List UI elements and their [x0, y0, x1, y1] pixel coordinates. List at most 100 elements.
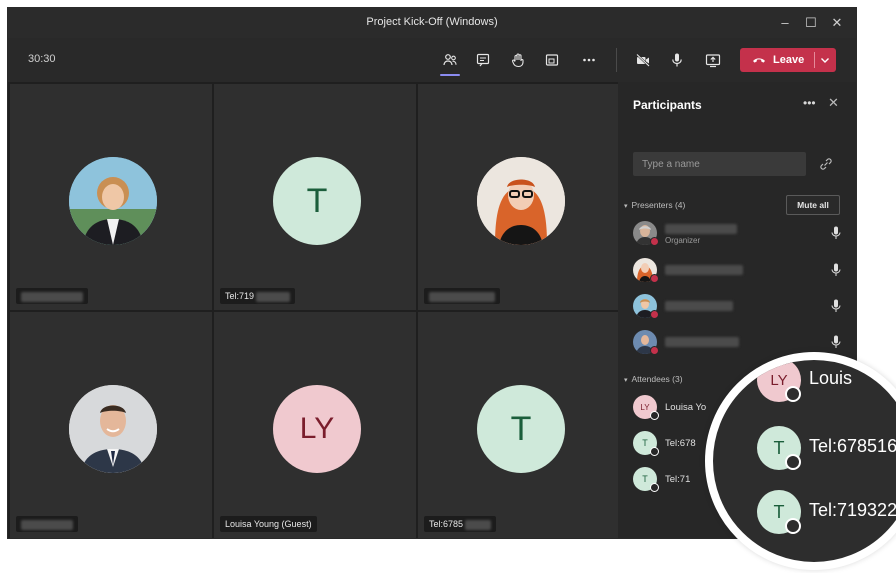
avatar-initials: T — [773, 501, 785, 522]
participant-caption: Tel:6785 — [429, 519, 464, 529]
chevron-down-icon[interactable] — [819, 53, 831, 67]
phone-hangup-icon — [753, 58, 765, 63]
participant-name: Tel:678 — [665, 438, 696, 449]
status-dot — [650, 346, 659, 355]
participants-title: Participants — [633, 98, 702, 112]
status-dot — [650, 483, 659, 492]
window-title: Project Kick-Off (Windows) — [366, 16, 498, 28]
avatar-initials: T — [510, 409, 532, 448]
mic-icon — [831, 263, 841, 276]
magnified-row: T Tel:678516 — [713, 424, 896, 474]
magnified-name: Louis — [809, 368, 853, 388]
mic-icon — [831, 299, 841, 312]
magnified-name: Tel:678516 — [809, 436, 896, 456]
raise-hand-icon — [512, 53, 524, 68]
show-chat-button[interactable] — [470, 48, 496, 72]
participant-caption: Louisa Young (Guest) — [225, 519, 312, 529]
avatar-initials: LY — [640, 402, 650, 412]
participant-name-plate: Tel:6785 — [424, 516, 497, 532]
chevron-down-icon: ▾ — [624, 377, 628, 384]
maximize-button[interactable]: ☐ — [800, 14, 822, 32]
more-actions-button[interactable] — [576, 48, 602, 72]
share-screen-button[interactable] — [700, 48, 726, 72]
raise-hand-button[interactable] — [505, 48, 531, 72]
participant-photo — [69, 157, 157, 245]
share-tray-icon — [545, 54, 559, 66]
magnified-name: Tel:719322 — [809, 500, 896, 520]
leave-divider — [814, 52, 815, 68]
camera-off-icon — [636, 53, 650, 67]
participant-name: Louisa Yo — [665, 402, 707, 413]
participant-name-plate: Louisa Young (Guest) — [220, 516, 317, 532]
redacted-name — [665, 265, 743, 276]
participant-row[interactable] — [633, 292, 843, 322]
attendees-section-header[interactable]: ▾ Attendees (3) — [624, 374, 683, 384]
participant-name — [665, 265, 743, 276]
more-icon — [583, 58, 595, 62]
participant-name — [665, 301, 733, 312]
active-indicator — [440, 74, 460, 76]
participant-tile[interactable]: T Tel:6785 — [418, 312, 620, 538]
participant-name-plate — [16, 288, 88, 304]
participant-tile[interactable] — [418, 84, 620, 310]
magnified-row: T Tel:719322 — [713, 488, 896, 538]
avatar-initials: T — [642, 474, 648, 484]
avatar-initials: LY — [770, 371, 788, 389]
close-panel-button[interactable]: ✕ — [828, 95, 839, 111]
participant-row[interactable]: Organizer — [633, 219, 843, 249]
show-participants-button[interactable] — [437, 48, 463, 76]
redacted-name — [665, 337, 739, 348]
camera-toggle-button[interactable] — [630, 48, 656, 72]
participant-initials-avatar: T — [477, 385, 565, 473]
status-dot — [650, 237, 659, 246]
minimize-button[interactable]: – — [774, 14, 796, 32]
participant-photo — [477, 157, 565, 245]
title-bar: Project Kick-Off (Windows) – ☐ ✕ — [8, 8, 856, 38]
avatar-initials: T — [306, 181, 328, 220]
attendees-label: Attendees (3) — [631, 374, 683, 384]
share-invite-icon[interactable] — [818, 156, 834, 172]
panel-more-button[interactable]: ••• — [803, 96, 816, 110]
leave-button[interactable]: Leave — [740, 48, 836, 72]
participant-tile[interactable] — [10, 84, 212, 310]
participant-role: Organizer — [665, 236, 701, 245]
presenters-section-header[interactable]: ▾ Presenters (4) — [624, 200, 685, 210]
redacted-name — [21, 519, 73, 530]
participant-row[interactable] — [633, 256, 843, 286]
mic-icon — [672, 53, 682, 67]
redacted-name — [21, 291, 83, 302]
meeting-toolbar: 30:30 Leave — [8, 38, 856, 82]
participant-name-plate: Tel:719 — [220, 288, 296, 304]
redacted-number — [256, 291, 291, 302]
mic-toggle-button[interactable] — [664, 48, 690, 72]
meeting-timer: 30:30 — [28, 53, 56, 65]
mic-icon — [831, 226, 841, 239]
participant-search-input[interactable] — [633, 152, 806, 176]
chevron-down-icon: ▾ — [624, 203, 628, 210]
status-dot — [785, 518, 801, 534]
participant-tile[interactable] — [10, 312, 212, 538]
mute-all-button[interactable]: Mute all — [786, 195, 840, 215]
participant-initials-avatar: LY — [273, 385, 361, 473]
status-dot — [650, 310, 659, 319]
status-dot — [785, 386, 801, 402]
participant-name — [665, 337, 739, 348]
magnifier-callout: LY Louis T Tel:678516 T Tel:719322 — [705, 352, 896, 570]
share-screen-icon — [705, 54, 721, 68]
leave-label: Leave — [773, 54, 805, 66]
close-window-button[interactable]: ✕ — [826, 14, 848, 32]
participant-tile[interactable]: T Tel:719 — [214, 84, 416, 310]
chat-icon — [476, 53, 490, 67]
people-icon — [443, 54, 457, 66]
participant-photo — [69, 385, 157, 473]
video-grid: T Tel:719 LY Louisa Young (Guest) T Tel:… — [8, 82, 620, 538]
participant-tile[interactable]: LY Louisa Young (Guest) — [214, 312, 416, 538]
redacted-name — [665, 224, 737, 235]
share-tray-button[interactable] — [539, 48, 565, 72]
status-dot — [650, 447, 659, 456]
participant-caption: Tel:719 — [225, 291, 255, 301]
toolbar-separator — [616, 48, 617, 72]
avatar-initials: T — [642, 438, 648, 448]
redacted-name — [429, 291, 495, 302]
participant-name-plate — [424, 288, 500, 304]
